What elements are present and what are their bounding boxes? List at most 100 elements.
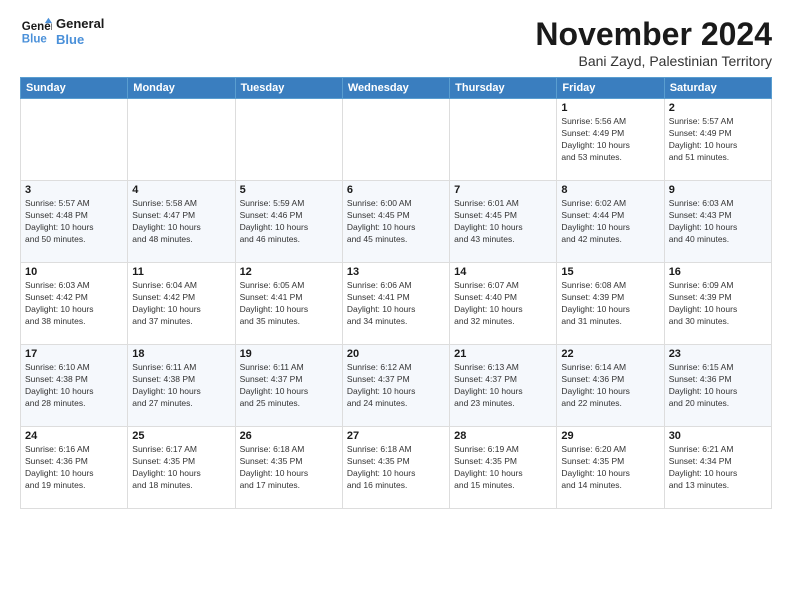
day-number: 25	[132, 430, 230, 442]
calendar-cell	[450, 99, 557, 181]
cell-info: Sunrise: 5:59 AM Sunset: 4:46 PM Dayligh…	[240, 198, 338, 246]
calendar-cell	[235, 99, 342, 181]
cell-info: Sunrise: 6:06 AM Sunset: 4:41 PM Dayligh…	[347, 280, 445, 328]
day-number: 22	[561, 348, 659, 360]
calendar: SundayMondayTuesdayWednesdayThursdayFrid…	[20, 77, 772, 509]
calendar-cell: 25 Sunrise: 6:17 AM Sunset: 4:35 PM Dayli…	[128, 427, 235, 509]
calendar-cell: 30Sunrise: 6:21 AM Sunset: 4:34 PM Dayli…	[664, 427, 771, 509]
week-row-1: 3 Sunrise: 5:57 AM Sunset: 4:48 PM Daylig…	[21, 181, 772, 263]
day-number: 16	[669, 266, 767, 278]
calendar-cell: 29Sunrise: 6:20 AM Sunset: 4:35 PM Dayli…	[557, 427, 664, 509]
calendar-cell: 8Sunrise: 6:02 AM Sunset: 4:44 PM Daylig…	[557, 181, 664, 263]
calendar-cell: 4 Sunrise: 5:58 AM Sunset: 4:47 PM Daylig…	[128, 181, 235, 263]
cell-info: Sunrise: 6:01 AM Sunset: 4:45 PM Dayligh…	[454, 198, 552, 246]
cell-info: Sunrise: 6:21 AM Sunset: 4:34 PM Dayligh…	[669, 444, 767, 492]
calendar-cell: 28 Sunrise: 6:19 AM Sunset: 4:35 PM Dayli…	[450, 427, 557, 509]
cell-info: Sunrise: 6:17 AM Sunset: 4:35 PM Dayligh…	[132, 444, 230, 492]
cell-info: Sunrise: 6:20 AM Sunset: 4:35 PM Dayligh…	[561, 444, 659, 492]
calendar-cell: 9Sunrise: 6:03 AM Sunset: 4:43 PM Daylig…	[664, 181, 771, 263]
weekday-row: SundayMondayTuesdayWednesdayThursdayFrid…	[21, 78, 772, 99]
weekday-sunday: Sunday	[21, 78, 128, 99]
cell-info: Sunrise: 6:19 AM Sunset: 4:35 PM Dayligh…	[454, 444, 552, 492]
day-number: 28	[454, 430, 552, 442]
cell-info: Sunrise: 6:18 AM Sunset: 4:35 PM Dayligh…	[347, 444, 445, 492]
cell-info: Sunrise: 6:03 AM Sunset: 4:42 PM Dayligh…	[25, 280, 123, 328]
day-number: 19	[240, 348, 338, 360]
day-number: 21	[454, 348, 552, 360]
calendar-cell: 17Sunrise: 6:10 AM Sunset: 4:38 PM Dayli…	[21, 345, 128, 427]
weekday-wednesday: Wednesday	[342, 78, 449, 99]
calendar-cell: 7 Sunrise: 6:01 AM Sunset: 4:45 PM Daylig…	[450, 181, 557, 263]
logo: General Blue General Blue	[20, 16, 104, 48]
calendar-cell: 5 Sunrise: 5:59 AM Sunset: 4:46 PM Daylig…	[235, 181, 342, 263]
logo-line1: General	[56, 16, 104, 32]
cell-info: Sunrise: 6:08 AM Sunset: 4:39 PM Dayligh…	[561, 280, 659, 328]
calendar-cell: 2 Sunrise: 5:57 AM Sunset: 4:49 PM Daylig…	[664, 99, 771, 181]
cell-info: Sunrise: 5:56 AM Sunset: 4:49 PM Dayligh…	[561, 116, 659, 164]
header: General Blue General Blue November 2024 …	[20, 16, 772, 69]
cell-info: Sunrise: 6:15 AM Sunset: 4:36 PM Dayligh…	[669, 362, 767, 410]
cell-info: Sunrise: 6:09 AM Sunset: 4:39 PM Dayligh…	[669, 280, 767, 328]
week-row-2: 10Sunrise: 6:03 AM Sunset: 4:42 PM Dayli…	[21, 263, 772, 345]
cell-info: Sunrise: 6:11 AM Sunset: 4:38 PM Dayligh…	[132, 362, 230, 410]
cell-info: Sunrise: 6:04 AM Sunset: 4:42 PM Dayligh…	[132, 280, 230, 328]
day-number: 26	[240, 430, 338, 442]
calendar-cell: 14 Sunrise: 6:07 AM Sunset: 4:40 PM Dayli…	[450, 263, 557, 345]
calendar-cell: 10Sunrise: 6:03 AM Sunset: 4:42 PM Dayli…	[21, 263, 128, 345]
weekday-monday: Monday	[128, 78, 235, 99]
cell-info: Sunrise: 6:16 AM Sunset: 4:36 PM Dayligh…	[25, 444, 123, 492]
cell-info: Sunrise: 5:58 AM Sunset: 4:47 PM Dayligh…	[132, 198, 230, 246]
calendar-cell: 1Sunrise: 5:56 AM Sunset: 4:49 PM Daylig…	[557, 99, 664, 181]
calendar-cell: 6 Sunrise: 6:00 AM Sunset: 4:45 PM Daylig…	[342, 181, 449, 263]
cell-info: Sunrise: 5:57 AM Sunset: 4:48 PM Dayligh…	[25, 198, 123, 246]
calendar-cell: 15 Sunrise: 6:08 AM Sunset: 4:39 PM Dayli…	[557, 263, 664, 345]
calendar-cell: 20Sunrise: 6:12 AM Sunset: 4:37 PM Dayli…	[342, 345, 449, 427]
calendar-cell: 18 Sunrise: 6:11 AM Sunset: 4:38 PM Dayli…	[128, 345, 235, 427]
calendar-cell	[342, 99, 449, 181]
cell-info: Sunrise: 6:13 AM Sunset: 4:37 PM Dayligh…	[454, 362, 552, 410]
calendar-header: SundayMondayTuesdayWednesdayThursdayFrid…	[21, 78, 772, 99]
day-number: 4	[132, 184, 230, 196]
week-row-0: 1Sunrise: 5:56 AM Sunset: 4:49 PM Daylig…	[21, 99, 772, 181]
day-number: 24	[25, 430, 123, 442]
day-number: 6	[347, 184, 445, 196]
calendar-cell: 24 Sunrise: 6:16 AM Sunset: 4:36 PM Dayli…	[21, 427, 128, 509]
location-subtitle: Bani Zayd, Palestinian Territory	[535, 53, 772, 69]
day-number: 11	[132, 266, 230, 278]
weekday-friday: Friday	[557, 78, 664, 99]
day-number: 3	[25, 184, 123, 196]
cell-info: Sunrise: 6:05 AM Sunset: 4:41 PM Dayligh…	[240, 280, 338, 328]
day-number: 2	[669, 102, 767, 114]
calendar-cell: 22 Sunrise: 6:14 AM Sunset: 4:36 PM Dayli…	[557, 345, 664, 427]
calendar-cell: 13Sunrise: 6:06 AM Sunset: 4:41 PM Dayli…	[342, 263, 449, 345]
cell-info: Sunrise: 6:07 AM Sunset: 4:40 PM Dayligh…	[454, 280, 552, 328]
calendar-cell: 21 Sunrise: 6:13 AM Sunset: 4:37 PM Dayli…	[450, 345, 557, 427]
day-number: 14	[454, 266, 552, 278]
day-number: 18	[132, 348, 230, 360]
logo-line2: Blue	[56, 32, 104, 48]
day-number: 12	[240, 266, 338, 278]
cell-info: Sunrise: 5:57 AM Sunset: 4:49 PM Dayligh…	[669, 116, 767, 164]
calendar-body: 1Sunrise: 5:56 AM Sunset: 4:49 PM Daylig…	[21, 99, 772, 509]
week-row-4: 24 Sunrise: 6:16 AM Sunset: 4:36 PM Dayli…	[21, 427, 772, 509]
day-number: 15	[561, 266, 659, 278]
weekday-thursday: Thursday	[450, 78, 557, 99]
cell-info: Sunrise: 6:03 AM Sunset: 4:43 PM Dayligh…	[669, 198, 767, 246]
calendar-cell: 23Sunrise: 6:15 AM Sunset: 4:36 PM Dayli…	[664, 345, 771, 427]
calendar-cell: 19Sunrise: 6:11 AM Sunset: 4:37 PM Dayli…	[235, 345, 342, 427]
cell-info: Sunrise: 6:14 AM Sunset: 4:36 PM Dayligh…	[561, 362, 659, 410]
weekday-tuesday: Tuesday	[235, 78, 342, 99]
cell-info: Sunrise: 6:10 AM Sunset: 4:38 PM Dayligh…	[25, 362, 123, 410]
cell-info: Sunrise: 6:00 AM Sunset: 4:45 PM Dayligh…	[347, 198, 445, 246]
month-title: November 2024	[535, 16, 772, 53]
calendar-cell	[128, 99, 235, 181]
cell-info: Sunrise: 6:02 AM Sunset: 4:44 PM Dayligh…	[561, 198, 659, 246]
day-number: 20	[347, 348, 445, 360]
day-number: 5	[240, 184, 338, 196]
cell-info: Sunrise: 6:18 AM Sunset: 4:35 PM Dayligh…	[240, 444, 338, 492]
day-number: 27	[347, 430, 445, 442]
svg-text:Blue: Blue	[22, 34, 48, 46]
day-number: 7	[454, 184, 552, 196]
logo-icon: General Blue	[20, 16, 52, 48]
calendar-cell: 26 Sunrise: 6:18 AM Sunset: 4:35 PM Dayli…	[235, 427, 342, 509]
